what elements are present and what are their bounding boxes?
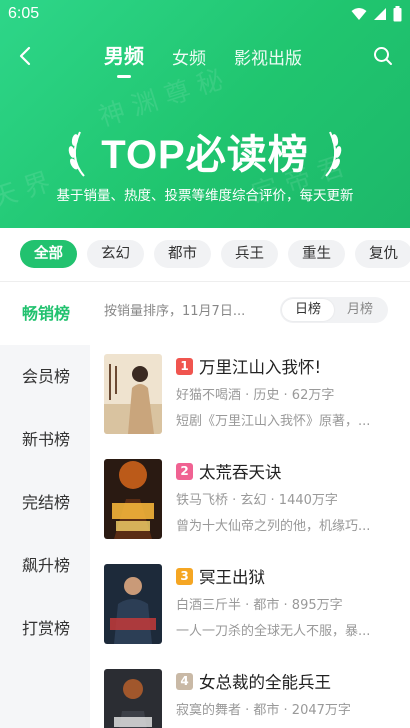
search-icon[interactable] xyxy=(372,45,394,67)
book-title: 冥王出狱 xyxy=(199,568,265,587)
battery-icon xyxy=(393,6,402,22)
chip-all[interactable]: 全部 xyxy=(20,240,77,268)
tab-film-publishing[interactable]: 影视出版 xyxy=(234,44,302,69)
book-cover xyxy=(104,459,162,539)
back-arrow-icon[interactable] xyxy=(14,44,38,68)
rank-badge: 2 xyxy=(176,462,193,480)
rank-badge: 3 xyxy=(176,567,193,585)
book-meta: 铁马飞桥 · 玄幻 · 1440万字 xyxy=(176,493,338,508)
rank-badge: 1 xyxy=(176,357,193,375)
book-title: 太荒吞天诀 xyxy=(199,463,282,482)
category-chips: 全部 玄幻 都市 兵王 重生 复仇 xyxy=(0,228,410,282)
book-description: 曾为十大仙帝之列的他，机缘巧... xyxy=(176,519,371,534)
chip-soldier[interactable]: 兵王 xyxy=(221,240,278,268)
book-cover xyxy=(104,354,162,434)
book-meta: 好猫不喝酒 · 历史 · 62万字 xyxy=(176,388,335,403)
book-item[interactable]: 3 冥王出狱 白酒三斤半 · 都市 · 895万字 一人一刀杀的全球无人不服，暴… xyxy=(104,564,400,648)
tab-female[interactable]: 女频 xyxy=(172,44,206,69)
book-cover xyxy=(104,669,162,728)
book-description: 一人一刀杀的全球无人不服，暴... xyxy=(176,624,371,639)
laurel-right-icon xyxy=(325,131,342,177)
tab-male[interactable]: 男频 xyxy=(104,40,144,69)
toggle-monthly[interactable]: 月榜 xyxy=(334,299,386,321)
sidebar-item-completed[interactable]: 完结榜 xyxy=(0,471,90,534)
book-meta: 寂寞的舞者 · 都市 · 2047万字 xyxy=(176,703,351,718)
sidebar-item-bestseller[interactable]: 畅销榜 xyxy=(0,282,90,345)
signal-icon xyxy=(374,8,386,20)
chip-xuanhuan[interactable]: 玄幻 xyxy=(87,240,144,268)
book-meta: 白酒三斤半 · 都市 · 895万字 xyxy=(176,598,343,613)
status-bar: 6:05 xyxy=(0,0,410,30)
period-toggle: 日榜 月榜 xyxy=(280,297,388,323)
status-time: 6:05 xyxy=(8,5,40,22)
chip-revenge[interactable]: 复仇 xyxy=(355,240,410,268)
sidebar-item-new[interactable]: 新书榜 xyxy=(0,408,90,471)
ranking-sidebar: 畅销榜 会员榜 新书榜 完结榜 飙升榜 打赏榜 xyxy=(0,282,90,728)
book-item[interactable]: 2 太荒吞天诀 铁马飞桥 · 玄幻 · 1440万字 曾为十大仙帝之列的他，机缘… xyxy=(104,459,400,543)
top-nav: 男频 女频 影视出版 xyxy=(0,36,410,76)
hero-title: TOP必读榜 xyxy=(101,133,309,177)
book-title: 万里江山入我怀! xyxy=(199,358,322,377)
sidebar-item-tips[interactable]: 打赏榜 xyxy=(0,597,90,660)
sidebar-item-member[interactable]: 会员榜 xyxy=(0,345,90,408)
channel-tabs: 男频 女频 影视出版 xyxy=(104,40,302,69)
book-title: 女总裁的全能兵王 xyxy=(199,673,331,692)
toggle-daily[interactable]: 日榜 xyxy=(282,299,334,321)
sidebar-item-rising[interactable]: 飙升榜 xyxy=(0,534,90,597)
book-cover xyxy=(104,564,162,644)
book-item[interactable]: 1 万里江山入我怀! 好猫不喝酒 · 历史 · 62万字 短剧《万里江山入我怀》… xyxy=(104,354,400,438)
hero-banner: 神 渊 尊 秘 宗 帝 君 天 界 6:05 男频 女频 影视出版 TOP必读榜… xyxy=(0,0,410,228)
sort-description: 按销量排序，11月7日... xyxy=(104,304,246,319)
wifi-icon xyxy=(351,8,367,20)
status-icons xyxy=(351,6,402,22)
ranking-list: 按销量排序，11月7日... 日榜 月榜 1 万里江山入我怀! 好猫不喝酒 · … xyxy=(90,282,410,728)
rank-badge: 4 xyxy=(176,672,193,690)
chip-rebirth[interactable]: 重生 xyxy=(288,240,345,268)
book-item[interactable]: 4 女总裁的全能兵王 寂寞的舞者 · 都市 · 2047万字 xyxy=(104,669,400,728)
chip-urban[interactable]: 都市 xyxy=(154,240,211,268)
hero-subtitle: 基于销量、热度、投票等维度综合评价，每天更新 xyxy=(56,188,354,204)
book-description: 短剧《万里江山入我怀》原著，... xyxy=(176,414,371,429)
